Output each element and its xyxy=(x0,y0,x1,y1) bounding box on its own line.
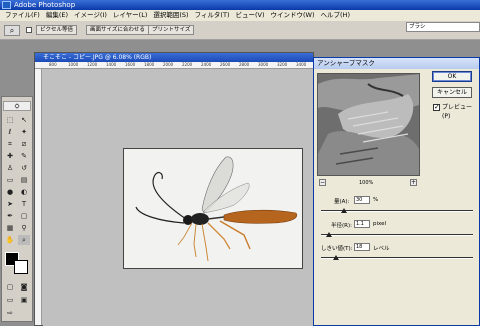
lasso-tool-icon[interactable]: ℓ xyxy=(4,127,16,137)
notes-tool-icon[interactable]: ▦ xyxy=(4,223,16,233)
preview-checkbox-label: プレビュー(P) xyxy=(442,104,473,120)
ruler-label: 1600 xyxy=(125,62,136,67)
filter-preview-pane[interactable] xyxy=(317,73,420,176)
background-color-swatch[interactable] xyxy=(14,260,28,274)
menu-bar: ファイル(F) 編集(E) イメージ(I) レイヤー(L) 選択範囲(S) フィ… xyxy=(0,10,480,21)
standard-screen-mode-icon[interactable]: ▭ xyxy=(4,295,16,305)
path-selection-tool-icon[interactable]: ➤ xyxy=(4,199,16,209)
resize-windows-checkbox[interactable] xyxy=(26,27,32,33)
clone-stamp-tool-icon[interactable]: ♙ xyxy=(4,163,16,173)
ruler-label: 1800 xyxy=(144,62,155,67)
ruler-label: 3200 xyxy=(277,62,288,67)
toolbox-panel: ⛭ ⬚ ↖ ℓ ✦ ⌗ ⧄ ✚ ✎ ♙ ↺ ▭ ▤ ● ◐ ➤ T ✒ ▢ ▦ … xyxy=(1,96,33,322)
photoshop-app-icon xyxy=(2,1,11,9)
radius-input[interactable]: 1.1 xyxy=(354,220,370,228)
zoom-in-button[interactable]: + xyxy=(410,179,417,186)
standard-mode-icon[interactable]: ▢ xyxy=(4,282,16,292)
unsharp-mask-dialog: アンシャープマスク − 100% + OK キャンセル ✓ プレビュー(P) 量… xyxy=(313,57,480,326)
preview-checkbox[interactable]: ✓ xyxy=(433,104,440,111)
ruler-label: 2000 xyxy=(163,62,174,67)
blur-tool-icon[interactable]: ● xyxy=(4,187,16,197)
fit-on-screen-button[interactable]: 画面サイズに合わせる xyxy=(86,25,149,35)
slice-tool-icon[interactable]: ⧄ xyxy=(18,139,30,149)
full-screen-mode-icon[interactable]: ▣ xyxy=(18,295,30,305)
wasp-photo[interactable] xyxy=(123,148,303,269)
app-title: Adobe Photoshop xyxy=(14,1,76,9)
amount-unit: % xyxy=(373,197,379,203)
ok-button[interactable]: OK xyxy=(432,71,472,82)
threshold-slider-track[interactable] xyxy=(321,257,473,259)
document-window: そこそこ - コピー.JPG @ 6.08% (RGB) 800 1000 12… xyxy=(34,52,314,326)
type-tool-icon[interactable]: T xyxy=(18,199,30,209)
radius-unit: pixel xyxy=(373,221,387,227)
marquee-tool-icon[interactable]: ⬚ xyxy=(4,115,16,125)
radius-slider-track[interactable] xyxy=(321,234,473,236)
quick-mask-mode-icon[interactable]: ◙ xyxy=(18,282,30,292)
move-tool-icon[interactable]: ↖ xyxy=(18,115,30,125)
eyedropper-tool-icon[interactable]: ⚲ xyxy=(18,223,30,233)
amount-label: 量(A): xyxy=(334,199,350,205)
ruler-label: 3400 xyxy=(296,62,307,67)
ruler-label: 2800 xyxy=(239,62,250,67)
app-title-bar: Adobe Photoshop xyxy=(0,0,480,10)
threshold-unit: レベル xyxy=(373,246,390,252)
ruler-label: 1200 xyxy=(87,62,98,67)
menu-file[interactable]: ファイル(F) xyxy=(2,10,43,21)
jump-to-imageready-icon[interactable]: ⇨ xyxy=(4,308,16,318)
ruler-label: 2200 xyxy=(182,62,193,67)
ruler-label: 2600 xyxy=(220,62,231,67)
preview-zoom-level: 100% xyxy=(359,180,374,186)
history-brush-tool-icon[interactable]: ↺ xyxy=(18,163,30,173)
menu-help[interactable]: ヘルプ(H) xyxy=(318,10,353,21)
actual-pixels-button[interactable]: ピクセル等倍 xyxy=(36,25,78,35)
wasp-image xyxy=(124,149,302,268)
healing-brush-tool-icon[interactable]: ✚ xyxy=(4,151,16,161)
hand-tool-icon[interactable]: ✋ xyxy=(4,235,16,245)
ruler-label: 1000 xyxy=(68,62,79,67)
amount-slider-thumb[interactable] xyxy=(340,208,347,213)
threshold-input[interactable]: 18 xyxy=(354,243,370,251)
eraser-tool-icon[interactable]: ▭ xyxy=(4,175,16,185)
cancel-button[interactable]: キャンセル xyxy=(432,87,472,98)
crop-tool-icon[interactable]: ⌗ xyxy=(4,139,16,149)
radius-label: 半径(R): xyxy=(331,223,352,229)
dialog-title: アンシャープマスク xyxy=(317,59,375,67)
ruler-label: 800 xyxy=(49,62,57,67)
threshold-label: しきい値(T): xyxy=(321,246,353,252)
menu-image[interactable]: イメージ(I) xyxy=(71,10,110,21)
shape-tool-icon[interactable]: ▢ xyxy=(18,211,30,221)
document-title: そこそこ - コピー.JPG @ 6.08% (RGB) xyxy=(43,54,152,61)
vertical-ruler[interactable] xyxy=(35,69,42,325)
preview-texture xyxy=(318,74,419,175)
menu-window[interactable]: ウインドウ(W) xyxy=(268,10,318,21)
brushes-palette-tab[interactable]: ブラシ xyxy=(406,22,480,32)
pen-tool-icon[interactable]: ✒ xyxy=(4,211,16,221)
document-title-bar[interactable]: そこそこ - コピー.JPG @ 6.08% (RGB) xyxy=(35,53,313,62)
menu-filter[interactable]: フィルタ(T) xyxy=(192,10,233,21)
ruler-label: 1400 xyxy=(106,62,117,67)
menu-select[interactable]: 選択範囲(S) xyxy=(150,10,191,21)
gradient-tool-icon[interactable]: ▤ xyxy=(18,175,30,185)
zoom-out-button[interactable]: − xyxy=(319,179,326,186)
menu-layer[interactable]: レイヤー(L) xyxy=(110,10,151,21)
amount-input[interactable]: 30 xyxy=(354,196,370,204)
zoom-tool-icon[interactable]: ⌕ xyxy=(18,235,30,245)
radius-slider-thumb[interactable] xyxy=(325,232,332,237)
toolbox-header-icon: ⛭ xyxy=(3,101,31,111)
magic-wand-tool-icon[interactable]: ✦ xyxy=(18,127,30,137)
menu-view[interactable]: ビュー(V) xyxy=(232,10,267,21)
menu-edit[interactable]: 編集(E) xyxy=(43,10,71,21)
zoom-tool-preset-icon[interactable]: ⌕ xyxy=(4,25,20,36)
threshold-slider-thumb[interactable] xyxy=(333,255,340,260)
ruler-label: 2400 xyxy=(201,62,212,67)
dodge-tool-icon[interactable]: ◐ xyxy=(18,187,30,197)
horizontal-ruler[interactable]: 800 1000 1200 1400 1600 1800 2000 2200 2… xyxy=(35,62,313,69)
dialog-title-bar[interactable]: アンシャープマスク xyxy=(314,58,479,69)
ruler-label: 3000 xyxy=(258,62,269,67)
brush-tool-icon[interactable]: ✎ xyxy=(18,151,30,161)
print-size-button[interactable]: プリントサイズ xyxy=(148,25,195,35)
